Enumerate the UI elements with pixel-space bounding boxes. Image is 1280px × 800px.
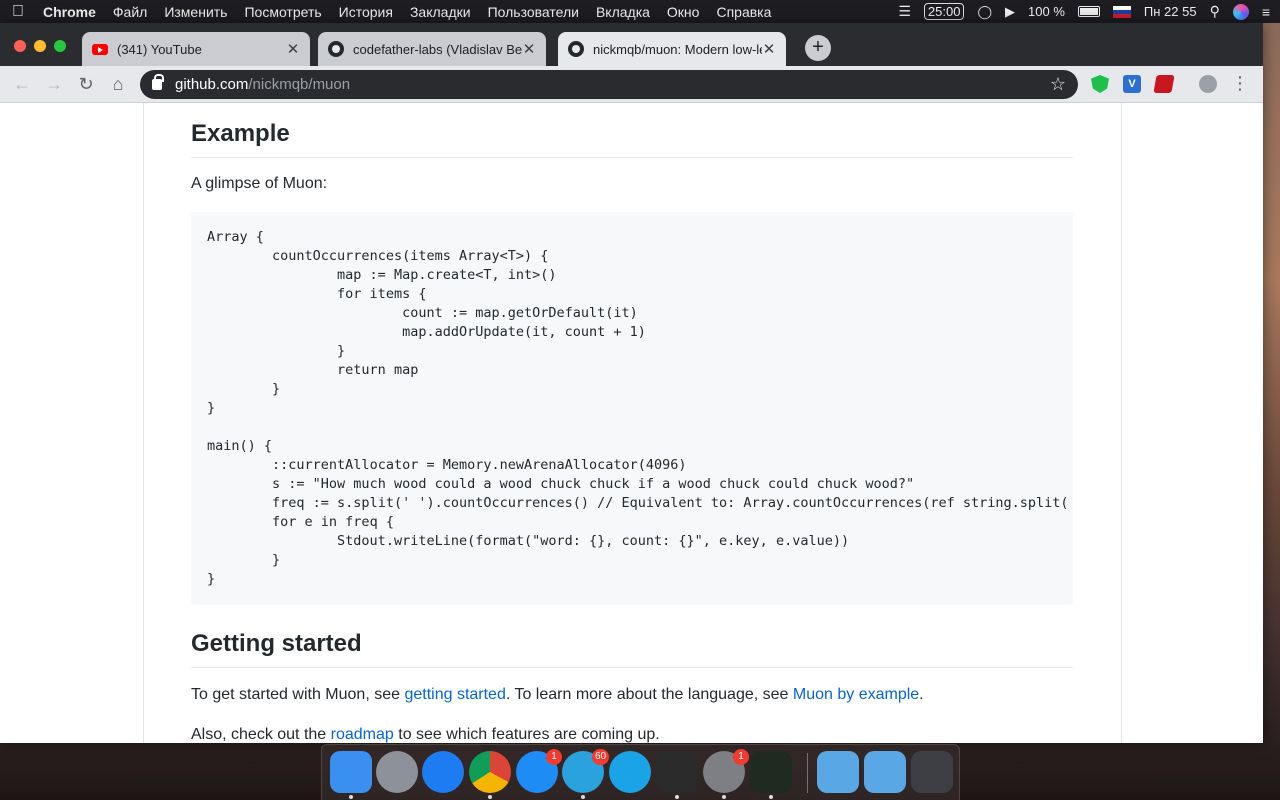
notification-badge: 60 bbox=[592, 749, 610, 765]
muon-by-example-link[interactable]: Muon by example bbox=[793, 686, 919, 703]
spotlight-search-icon[interactable]: ⚲ bbox=[1210, 3, 1220, 20]
battery-percent[interactable]: 100 % bbox=[1028, 4, 1065, 19]
chrome-icon[interactable] bbox=[469, 751, 511, 793]
roadmap-paragraph: Also, check out the roadmap to see which… bbox=[191, 724, 660, 743]
menu-item-people[interactable]: Пользователи bbox=[488, 4, 579, 20]
apple-icon[interactable]:  bbox=[10, 3, 26, 21]
new-tab-button[interactable]: + bbox=[805, 35, 831, 61]
url-host: github.com bbox=[175, 76, 249, 93]
text-fragment: . bbox=[919, 686, 924, 703]
running-indicator bbox=[769, 795, 773, 799]
address-bar[interactable]: github.com/nickmqb/muon ☆ bbox=[140, 70, 1078, 99]
youtube-icon bbox=[92, 43, 108, 55]
getting-started-paragraph: To get started with Muon, see getting st… bbox=[191, 684, 924, 706]
tab-title: (341) YouTube bbox=[117, 41, 202, 57]
battery-icon[interactable] bbox=[1077, 6, 1100, 17]
tab-strip: (341) YouTube ✕ codefather-labs (Vladisl… bbox=[0, 23, 1263, 66]
menu-item-bookmarks[interactable]: Закладки bbox=[410, 4, 471, 20]
text-fragment: . To learn more about the language, see bbox=[505, 686, 793, 703]
text-fragment: to see which features are coming up. bbox=[393, 726, 660, 743]
menu-item-edit[interactable]: Изменить bbox=[164, 4, 227, 20]
reload-icon[interactable]: ↻ bbox=[72, 70, 100, 98]
menu-item-file[interactable]: Файл bbox=[113, 4, 147, 20]
adblock-extension-icon[interactable] bbox=[1091, 75, 1109, 93]
url-path: /nickmqb/muon bbox=[248, 76, 351, 93]
finder-icon[interactable] bbox=[330, 751, 372, 793]
wifi-icon[interactable]: ◯ bbox=[977, 4, 992, 20]
github-icon bbox=[568, 41, 584, 57]
home-icon[interactable]: ⌂ bbox=[104, 70, 132, 98]
terminal-icon[interactable] bbox=[656, 751, 698, 793]
menu-item-window[interactable]: Окно bbox=[667, 4, 700, 20]
applications-folder-icon[interactable] bbox=[864, 751, 906, 793]
rocket-icon[interactable] bbox=[376, 751, 418, 793]
menu-app-name[interactable]: Chrome bbox=[43, 4, 96, 20]
menu-item-view[interactable]: Посмотреть bbox=[244, 4, 321, 20]
browser-toolbar: ← → ↻ ⌂ github.com/nickmqb/muon ☆ V ⋮ bbox=[0, 66, 1263, 103]
notification-badge: 1 bbox=[546, 749, 562, 765]
page-content: Example A glimpse of Muon: Array { count… bbox=[0, 103, 1263, 743]
lastpass-extension-icon[interactable] bbox=[1153, 75, 1175, 93]
code-sample: Array { countOccurrences(items Array<T>)… bbox=[207, 229, 1069, 587]
text-fragment: Also, check out the bbox=[191, 726, 331, 743]
dock-separator bbox=[807, 753, 808, 793]
close-window-button[interactable] bbox=[14, 40, 26, 52]
menu-item-history[interactable]: История bbox=[339, 4, 393, 20]
close-icon[interactable]: ✕ bbox=[762, 40, 776, 58]
vpn-extension-icon[interactable]: V bbox=[1123, 75, 1141, 93]
siri-icon[interactable] bbox=[1232, 3, 1249, 20]
stack-icon[interactable]: ☰ bbox=[898, 3, 911, 20]
running-indicator bbox=[349, 795, 353, 799]
menu-bar:  Chrome Файл Изменить Посмотреть Истори… bbox=[0, 0, 1280, 23]
getting-started-heading: Getting started bbox=[191, 629, 1073, 668]
tab-codefather-labs[interactable]: codefather-labs (Vladislav Berg ✕ bbox=[318, 32, 546, 66]
downloads-folder-icon[interactable] bbox=[817, 751, 859, 793]
menu-item-help[interactable]: Справка bbox=[716, 4, 771, 20]
tab-title: codefather-labs (Vladislav Berg bbox=[353, 41, 522, 57]
minimize-window-button[interactable] bbox=[34, 40, 46, 52]
forward-icon[interactable]: → bbox=[40, 70, 68, 98]
github-icon bbox=[328, 41, 344, 57]
menu-extras: ☰ 25:00 ◯ ▶ 100 % Пн 22 55 ⚲ ≡ bbox=[898, 3, 1270, 20]
bookmark-star-icon[interactable]: ☆ bbox=[1050, 74, 1066, 95]
clock[interactable]: Пн 22 55 bbox=[1144, 4, 1197, 19]
zoom-window-button[interactable] bbox=[54, 40, 66, 52]
tab-title: nickmqb/muon: Modern low-level bbox=[593, 41, 762, 57]
roadmap-link[interactable]: roadmap bbox=[331, 726, 394, 743]
running-indicator bbox=[675, 795, 679, 799]
lock-icon[interactable] bbox=[152, 74, 164, 90]
browser-window: (341) YouTube ✕ codefather-labs (Vladisl… bbox=[0, 23, 1263, 743]
running-indicator bbox=[488, 795, 492, 799]
getting-started-link[interactable]: getting started bbox=[404, 686, 505, 703]
example-heading: Example bbox=[191, 119, 1073, 158]
back-icon[interactable]: ← bbox=[8, 70, 36, 98]
menu-item-tab[interactable]: Вкладка bbox=[596, 4, 650, 20]
profile-avatar-icon[interactable] bbox=[1199, 75, 1217, 93]
notification-center-icon[interactable]: ≡ bbox=[1262, 4, 1270, 20]
example-intro: A glimpse of Muon: bbox=[191, 175, 328, 192]
text-fragment: To get started with Muon, see bbox=[191, 686, 405, 703]
running-indicator bbox=[722, 795, 726, 799]
notification-badge: 1 bbox=[733, 749, 749, 765]
timer-display[interactable]: 25:00 bbox=[923, 3, 965, 20]
iterm-icon[interactable] bbox=[750, 751, 792, 793]
dock: 1 60 1 bbox=[321, 744, 960, 800]
trash-icon[interactable] bbox=[911, 751, 953, 793]
close-icon[interactable]: ✕ bbox=[286, 40, 300, 58]
skype-icon[interactable] bbox=[609, 751, 651, 793]
compass-icon[interactable] bbox=[422, 751, 464, 793]
tab-muon[interactable]: nickmqb/muon: Modern low-level ✕ bbox=[558, 32, 786, 66]
running-indicator bbox=[581, 795, 585, 799]
tab-youtube[interactable]: (341) YouTube ✕ bbox=[82, 32, 310, 66]
code-block: Array { countOccurrences(items Array<T>)… bbox=[191, 212, 1073, 605]
input-source-flag-icon[interactable] bbox=[1112, 5, 1131, 18]
chrome-menu-icon[interactable]: ⋮ bbox=[1231, 74, 1249, 93]
volume-icon[interactable]: ▶ bbox=[1005, 4, 1015, 20]
close-icon[interactable]: ✕ bbox=[522, 40, 536, 58]
